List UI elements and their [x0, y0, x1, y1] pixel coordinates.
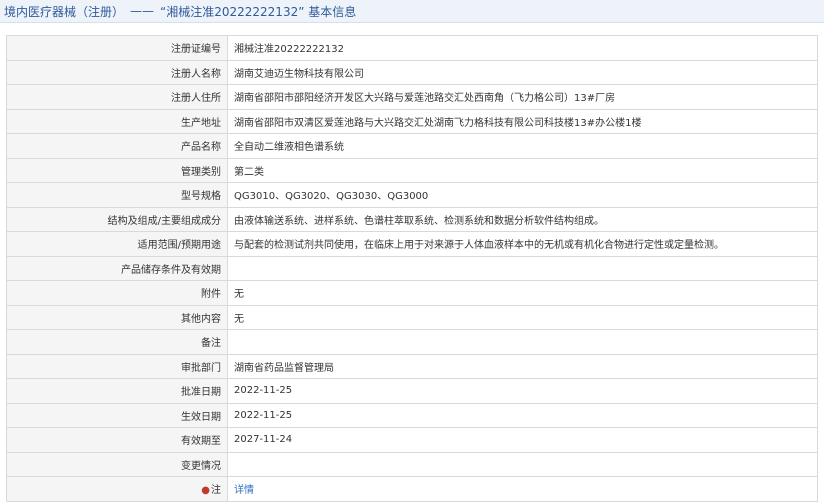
note-label-cell: ●注 — [6, 476, 228, 502]
field-label: 批准日期 — [6, 378, 228, 404]
field-value: 由液体输送系统、进样系统、色谱柱萃取系统、检测系统和数据分析软件结构组成。 — [227, 206, 818, 232]
field-label: 产品名称 — [6, 133, 228, 159]
field-label: 产品储存条件及有效期 — [6, 255, 228, 281]
field-label: 管理类别 — [6, 157, 228, 183]
info-row: 生产地址 湖南省邵阳市双清区爱莲池路与大兴路交汇处湖南飞力格科技有限公司科技楼13… — [6, 108, 818, 134]
field-label: 适用范围/预期用途 — [6, 231, 228, 257]
info-row: 型号规格 QG3010、QG3020、QG3030、QG3000 — [6, 182, 818, 208]
note-label: 注 — [211, 485, 221, 497]
field-value: 湖南省邵阳市双清区爱莲池路与大兴路交汇处湖南飞力格科技有限公司科技楼13#办公楼… — [227, 108, 818, 134]
info-row: 附件无 — [6, 280, 818, 306]
note-value-cell: 详情 — [227, 476, 818, 502]
field-value: 2022-11-25 — [227, 402, 818, 428]
pin-icon: ● — [201, 485, 210, 497]
category-label: 境内医疗器械（注册） — [4, 4, 125, 19]
header-separator: —— — [130, 4, 155, 18]
info-row: 管理类别 第二类 — [6, 157, 818, 183]
field-label: 变更情况 — [6, 451, 228, 477]
field-label: 有效期至 — [6, 427, 228, 453]
info-table: 注册证编号 湘械注准20222222132 注册人名称 湖南艾迪迈生物科技有限公司 注册… — [6, 35, 818, 502]
field-label: 其他内容 — [6, 304, 228, 330]
info-row: 结构及组成/主要组成成分 由液体输送系统、进样系统、色谱柱萃取系统、检测系统和数据… — [6, 206, 818, 232]
field-value: 2027-11-24 — [227, 427, 818, 453]
info-row: 其他内容无 — [6, 304, 818, 330]
field-label: 注册人住所 — [6, 84, 228, 110]
field-value: QG3010、QG3020、QG3030、QG3000 — [227, 182, 818, 208]
field-value — [227, 255, 818, 281]
field-label: 注册人名称 — [6, 59, 228, 85]
info-row: 变更情况 — [6, 451, 818, 477]
field-label: 型号规格 — [6, 182, 228, 208]
field-value: 全自动二维液相色谱系统 — [227, 133, 818, 159]
field-value: 无 — [227, 280, 818, 306]
info-row: 产品储存条件及有效期 — [6, 255, 818, 281]
field-label: 生产地址 — [6, 108, 228, 134]
field-value — [227, 329, 818, 355]
field-label: 生效日期 — [6, 402, 228, 428]
info-row: 注册人名称 湖南艾迪迈生物科技有限公司 — [6, 59, 818, 85]
info-row: 生效日期 2022-11-25 — [6, 402, 818, 428]
field-label: 注册证编号 — [6, 35, 228, 61]
field-value: 湖南省邵阳市邵阳经济开发区大兴路与爱莲池路交汇处西南角（飞力格公司）13#厂房 — [227, 84, 818, 110]
field-label: 备注 — [6, 329, 228, 355]
info-row: 注册证编号 湘械注准20222222132 — [6, 35, 818, 61]
info-row: 适用范围/预期用途 与配套的检测试剂共同使用，在临床上用于对来源于人体血液样本中的… — [6, 231, 818, 257]
info-table-container: 注册证编号 湘械注准20222222132 注册人名称 湖南艾迪迈生物科技有限公司 注册… — [0, 23, 824, 502]
field-value: 湖南艾迪迈生物科技有限公司 — [227, 59, 818, 85]
info-row: 备注 — [6, 329, 818, 355]
field-label: 审批部门 — [6, 353, 228, 379]
info-row: 审批部门 湖南省药品监督管理局 — [6, 353, 818, 379]
field-value: 湖南省药品监督管理局 — [227, 353, 818, 379]
page-header: 境内医疗器械（注册） —— “湘械注准20222222132” 基本信息 — [0, 0, 824, 23]
field-value: 湘械注准20222222132 — [227, 35, 818, 61]
field-value: 无 — [227, 304, 818, 330]
info-row: 有效期至 2027-11-24 — [6, 427, 818, 453]
field-value — [227, 451, 818, 477]
info-row: 批准日期 2022-11-25 — [6, 378, 818, 404]
field-value: 2022-11-25 — [227, 378, 818, 404]
field-label: 附件 — [6, 280, 228, 306]
page-title: “湘械注准20222222132” 基本信息 — [160, 4, 357, 19]
field-value: 第二类 — [227, 157, 818, 183]
info-row: 产品名称 全自动二维液相色谱系统 — [6, 133, 818, 159]
field-label: 结构及组成/主要组成成分 — [6, 206, 228, 232]
note-row: ●注 详情 — [6, 476, 818, 502]
field-value: 与配套的检测试剂共同使用，在临床上用于对来源于人体血液样本中的无机或有机化合物进… — [227, 231, 818, 257]
info-row: 注册人住所 湖南省邵阳市邵阳经济开发区大兴路与爱莲池路交汇处西南角（飞力格公司）1… — [6, 84, 818, 110]
detail-link[interactable]: 详情 — [234, 485, 254, 496]
